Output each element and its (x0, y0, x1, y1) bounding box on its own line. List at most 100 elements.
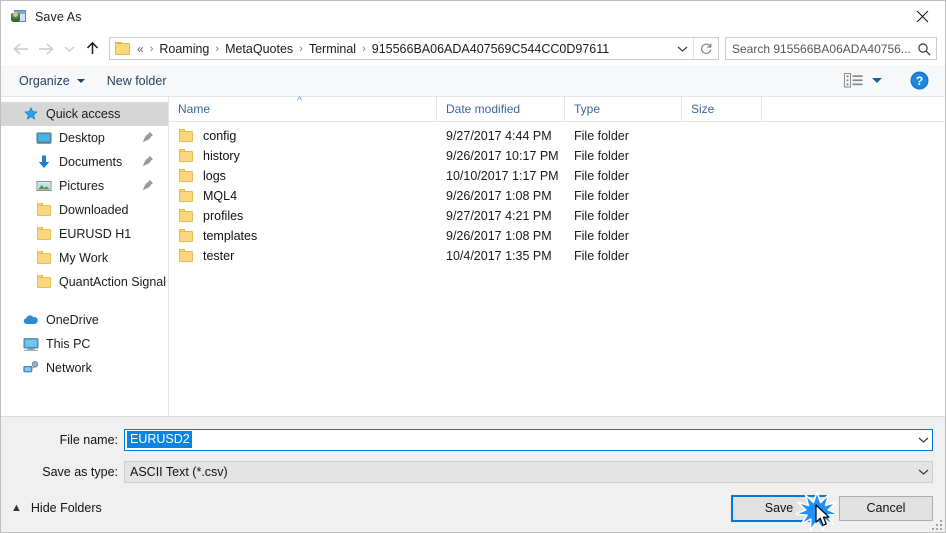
back-button[interactable] (7, 36, 33, 62)
sidebar-item-network[interactable]: Network (1, 356, 168, 380)
sidebar-item-label: EURUSD H1 (59, 227, 132, 241)
file-list: Name ^ Date modified Type Size config 9/… (169, 95, 945, 416)
address-bar[interactable]: « › Roaming › MetaQuotes › Terminal › 91… (109, 37, 719, 60)
file-name: tester (203, 249, 235, 263)
svg-text:?: ? (916, 74, 923, 88)
file-type: File folder (574, 229, 629, 243)
table-row[interactable]: templates 9/26/2017 1:08 PM File folder (169, 226, 945, 246)
file-type: File folder (574, 189, 629, 203)
table-row[interactable]: tester 10/4/2017 1:35 PM File folder (169, 246, 945, 266)
sidebar-item-label: This PC (46, 337, 91, 351)
breadcrumb-overflow[interactable]: « (135, 42, 146, 56)
sidebar-item-label: QuantAction Signal (59, 275, 167, 289)
column-header-label: Date modified (446, 102, 521, 116)
breadcrumb-metaquotes[interactable]: MetaQuotes (223, 42, 295, 56)
sidebar-item-downloaded[interactable]: Downloaded (1, 198, 168, 222)
organize-button[interactable]: Organize (19, 74, 85, 88)
sidebar-item-quick-access[interactable]: Quick access (1, 102, 168, 126)
cancel-label: Cancel (866, 501, 906, 515)
close-icon (916, 10, 928, 23)
resize-grip-icon[interactable] (930, 518, 942, 530)
save-as-type-dropdown-button[interactable] (915, 468, 932, 476)
forward-arrow-icon (38, 42, 54, 55)
file-name-cell: history (169, 148, 437, 164)
chevron-down-icon (677, 46, 687, 52)
new-folder-button[interactable]: New folder (107, 74, 167, 88)
folder-icon (36, 250, 52, 266)
breadcrumb-terminal[interactable]: Terminal (307, 42, 358, 56)
file-name-dropdown-button[interactable] (915, 436, 932, 444)
close-button[interactable] (899, 1, 945, 32)
table-row[interactable]: profiles 9/27/2017 4:21 PM File folder (169, 206, 945, 226)
navigation-bar: « › Roaming › MetaQuotes › Terminal › 91… (1, 32, 945, 65)
sidebar-item-my-work[interactable]: My Work (1, 246, 168, 270)
table-row[interactable]: config 9/27/2017 4:44 PM File folder (169, 126, 945, 146)
onedrive-cloud-icon (23, 312, 39, 328)
table-row[interactable]: MQL4 9/26/2017 1:08 PM File folder (169, 186, 945, 206)
recent-locations-button[interactable] (59, 36, 79, 62)
forward-button[interactable] (33, 36, 59, 62)
folder-icon (178, 208, 194, 224)
breadcrumb-roaming[interactable]: Roaming (157, 42, 211, 56)
sidebar-item-quantaction-signal[interactable]: QuantAction Signal (1, 270, 168, 294)
file-name: profiles (203, 209, 244, 223)
table-row[interactable]: logs 10/10/2017 1:17 PM File folder (169, 166, 945, 186)
sidebar-item-eurusd-h1[interactable]: EURUSD H1 (1, 222, 168, 246)
pin-icon (142, 179, 154, 191)
sidebar-item-label: Downloaded (59, 203, 129, 217)
file-name: templates (203, 229, 258, 243)
search-icon (912, 42, 936, 56)
search-input[interactable] (726, 40, 912, 57)
address-dropdown-button[interactable] (671, 38, 693, 59)
up-arrow-icon (86, 41, 98, 54)
sidebar-item-documents[interactable]: Documents (1, 150, 168, 174)
hide-folders-button[interactable]: ▲ Hide Folders (11, 501, 102, 515)
view-layout-icon (844, 73, 863, 88)
save-form: File name: EURUSD2 Save as type: ASCII T… (1, 416, 945, 532)
sidebar-item-desktop[interactable]: Desktop (1, 126, 168, 150)
folder-icon (115, 42, 131, 55)
column-header-filler (762, 97, 945, 121)
organize-label: Organize (19, 73, 70, 88)
new-folder-label: New folder (106, 73, 167, 88)
chevron-down-icon (918, 437, 929, 443)
file-type: File folder (574, 249, 629, 263)
breadcrumb-separator: › (299, 42, 303, 55)
save-as-app-icon (11, 9, 27, 25)
sidebar-item-label: Quick access (46, 107, 121, 121)
change-view-button[interactable] (844, 73, 882, 88)
save-button[interactable]: Save (731, 494, 827, 522)
save-as-type-select[interactable]: ASCII Text (*.csv) (124, 460, 933, 483)
help-button[interactable]: ? (910, 71, 929, 90)
breadcrumb-terminal-id[interactable]: 915566BA06ADA407569C544CC0D97611 (370, 42, 611, 56)
refresh-button[interactable] (693, 38, 718, 59)
folder-icon (178, 128, 194, 144)
column-headers: Name ^ Date modified Type Size (169, 95, 945, 122)
save-as-type-row: Save as type: ASCII Text (*.csv) (1, 459, 945, 484)
column-header-size[interactable]: Size (682, 97, 762, 121)
search-box[interactable] (725, 37, 937, 60)
file-date: 9/26/2017 10:17 PM (446, 149, 559, 163)
star-pin-icon (23, 106, 39, 122)
column-header-name[interactable]: Name ^ (169, 95, 437, 121)
recent-locations-chevron-icon (64, 46, 74, 52)
network-icon (23, 360, 39, 376)
file-type: File folder (574, 149, 629, 163)
up-button[interactable] (79, 36, 105, 62)
file-date: 9/27/2017 4:44 PM (446, 129, 552, 143)
column-header-type[interactable]: Type (565, 97, 682, 121)
file-type: File folder (574, 169, 629, 183)
table-row[interactable]: history 9/26/2017 10:17 PM File folder (169, 146, 945, 166)
dialog-body: Quick access Desktop Documents Pictures … (1, 95, 945, 416)
file-name-value: EURUSD2 (127, 431, 192, 448)
cancel-button[interactable]: Cancel (839, 495, 933, 521)
sidebar-item-onedrive[interactable]: OneDrive (1, 308, 168, 332)
sidebar-item-this-pc[interactable]: This PC (1, 332, 168, 356)
breadcrumb-separator: › (149, 42, 154, 55)
sidebar-item-pictures[interactable]: Pictures (1, 174, 168, 198)
sidebar-item-label: OneDrive (46, 313, 99, 327)
file-type: File folder (574, 209, 629, 223)
column-header-date-modified[interactable]: Date modified (437, 97, 565, 121)
file-name-input[interactable]: EURUSD2 (124, 428, 933, 451)
help-icon: ? (910, 71, 929, 90)
